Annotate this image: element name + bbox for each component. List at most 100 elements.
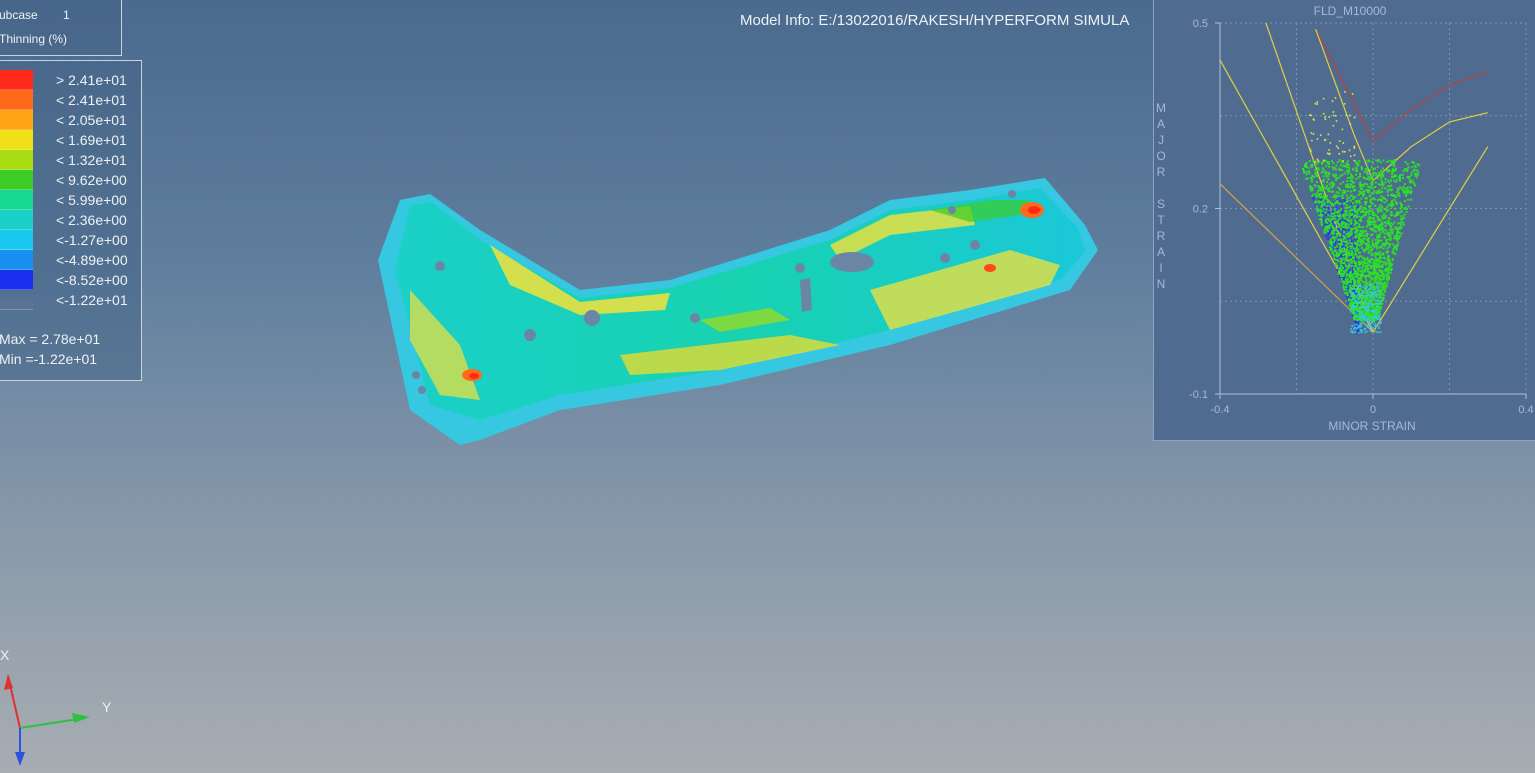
strain-point [1364,201,1367,204]
legend-entry: > 2.41e+01 [0,70,139,90]
strain-point [1395,212,1398,215]
strain-point [1320,217,1323,220]
strain-point [1349,272,1352,275]
strain-point [1366,262,1369,265]
strain-point [1379,161,1382,164]
subcase-label: ubcase [0,8,38,22]
strain-point [1312,118,1315,120]
strain-point [1324,116,1326,118]
strain-point [1374,229,1377,232]
strain-point [1344,244,1347,247]
strain-point [1390,211,1393,214]
strain-point [1354,288,1357,290]
strain-point [1355,178,1358,181]
strain-point [1334,249,1337,252]
strain-point [1383,256,1386,259]
strain-point [1358,190,1361,193]
strain-point [1379,219,1382,222]
strain-point [1374,280,1377,283]
strain-point [1383,201,1386,204]
strain-point [1387,271,1390,274]
strain-point [1349,224,1352,227]
strain-point [1338,140,1341,142]
strain-point [1365,210,1368,213]
strain-point [1381,200,1384,203]
strain-point [1357,215,1360,218]
y-axis-label: MAJOR STRAIN [1156,101,1166,291]
strain-point [1353,281,1356,284]
strain-point [1388,185,1391,188]
mounting-hole-large [830,252,874,272]
strain-point [1324,118,1327,121]
strain-point [1353,247,1356,250]
strain-point [1350,258,1353,261]
strain-point [1322,97,1325,100]
strain-point [1339,234,1342,237]
strain-point [1346,242,1349,245]
strain-point [1351,287,1354,290]
strain-point [1369,177,1372,180]
strain-point [1369,305,1372,308]
strain-point [1391,213,1394,216]
strain-point [1388,216,1391,219]
strain-point [1401,217,1404,220]
strain-point [1338,266,1341,269]
strain-point [1347,164,1350,167]
strain-point [1384,221,1387,224]
strain-point [1394,167,1397,170]
strain-point [1367,191,1370,194]
strain-point [1383,232,1386,235]
strain-point [1345,209,1348,212]
strain-point [1384,187,1387,190]
strain-point [1366,256,1369,259]
strain-point [1329,240,1332,243]
strain-point [1343,199,1345,202]
strain-point [1325,159,1328,162]
strain-point [1322,198,1325,201]
strain-point [1324,231,1327,234]
strain-point [1391,170,1394,173]
strain-point [1367,315,1370,318]
part-contour-model[interactable] [370,170,1110,455]
strain-point [1343,191,1346,194]
strain-point [1373,292,1376,294]
strain-point [1367,275,1370,278]
strain-point [1309,185,1312,188]
strain-point [1342,266,1345,269]
y-tick-label: 0.2 [1193,204,1208,216]
strain-point [1345,248,1348,251]
strain-point [1370,258,1373,261]
strain-point [1403,213,1406,216]
strain-point [1379,290,1382,293]
strain-point [1336,252,1339,255]
strain-point [1395,245,1398,248]
strain-point [1335,191,1338,194]
strain-point [1391,168,1394,171]
fld-chart-panel[interactable]: -0.4 0 0.4 0.5 0.2 -0.1 FLD_M10000 MINOR STRAIN… [1153,0,1535,441]
strain-point [1358,224,1361,227]
strain-point [1347,258,1350,261]
strain-point [1345,204,1348,207]
strain-point [1358,310,1361,312]
strain-point [1356,210,1359,213]
strain-point [1339,246,1342,249]
strain-point [1356,206,1359,208]
strain-point [1363,250,1366,253]
strain-point [1380,306,1383,309]
strain-point [1350,199,1353,202]
strain-point [1410,190,1413,193]
strain-point [1360,246,1363,249]
strain-point [1333,208,1336,211]
strain-point [1334,258,1337,261]
contour-legend[interactable]: > 2.41e+01 < 2.41e+01 < 2.05e+01 < 1.69e+01… [0,60,142,381]
strain-point [1353,328,1355,330]
strain-point [1355,161,1358,164]
strain-point [1366,317,1369,319]
strain-point [1376,289,1379,292]
strain-point [1386,282,1389,285]
fld-chart[interactable]: -0.4 0 0.4 0.5 0.2 -0.1 FLD_M10000 MINOR STRAIN… [1154,0,1535,440]
strain-point [1396,179,1399,182]
strain-point [1342,287,1345,290]
strain-point [1365,230,1368,233]
strain-point [1327,233,1329,235]
